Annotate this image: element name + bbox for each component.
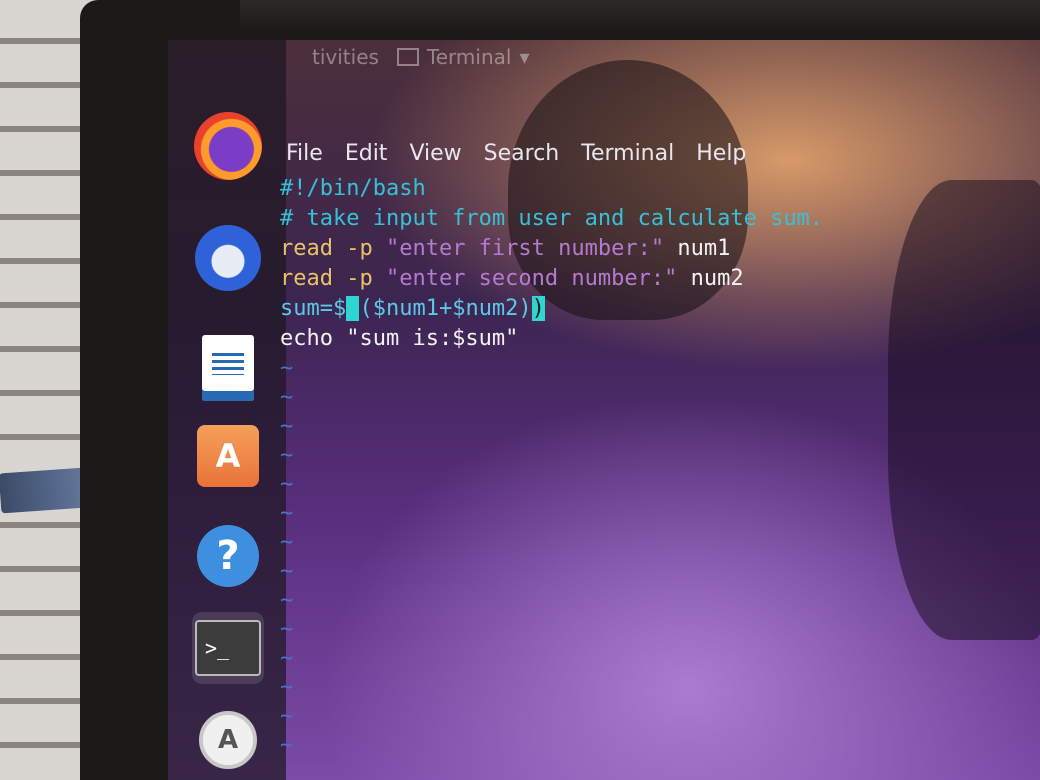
firefox-icon: [194, 112, 262, 180]
empty-line-tilde: ~: [280, 385, 294, 410]
monitor-bezel-top: [240, 0, 1040, 30]
empty-line-tilde: ~: [280, 733, 294, 758]
thunderbird-icon: [195, 225, 261, 291]
code-token: num1: [664, 236, 731, 261]
empty-line-tilde: ~: [280, 704, 294, 729]
dock-item-firefox[interactable]: [192, 110, 264, 182]
empty-line-tilde: ~: [280, 443, 294, 468]
empty-line-tilde: ~: [280, 675, 294, 700]
empty-line-tilde: ~: [280, 617, 294, 642]
menu-edit[interactable]: Edit: [345, 141, 388, 166]
terminal-app-icon: >_: [195, 620, 261, 676]
code-token: sum=$: [280, 296, 347, 321]
code-line-sum: sum=$(($num1+$num2)): [280, 294, 1040, 324]
chevron-down-icon: ▾: [519, 45, 530, 69]
dock-item-updater[interactable]: A: [192, 704, 264, 776]
dock-item-thunderbird[interactable]: [192, 222, 264, 294]
code-token: ($num1+$num2): [359, 296, 532, 321]
terminal-menubar: File Edit View Search Terminal Help: [280, 136, 1040, 170]
code-line-read-first: read -p "enter first number:" num1: [280, 234, 1040, 264]
menu-help[interactable]: Help: [696, 141, 746, 166]
activities-button[interactable]: tivities: [312, 45, 379, 69]
vim-editor[interactable]: #!/bin/bash # take input from user and c…: [280, 174, 1040, 774]
empty-line-tilde: ~: [280, 559, 294, 584]
app-menu[interactable]: Terminal ▾: [396, 45, 530, 69]
software-center-icon: A: [197, 425, 259, 487]
empty-line-tilde: ~: [280, 501, 294, 526]
text-cursor: (: [346, 296, 360, 321]
dock-item-help[interactable]: ?: [192, 520, 264, 592]
code-token: read -p: [280, 266, 386, 291]
help-icon: ?: [197, 525, 259, 587]
code-token: num2: [677, 266, 744, 291]
code-token: read -p: [280, 236, 386, 261]
code-token: "enter first number:": [385, 236, 665, 261]
writer-icon: [202, 335, 254, 401]
empty-line-tilde: ~: [280, 472, 294, 497]
software-updater-icon: A: [199, 711, 257, 769]
app-menu-label: Terminal: [426, 45, 512, 69]
code-line-shebang: #!/bin/bash: [280, 176, 426, 201]
screen: tivities Terminal ▾ A ? >_ A File Edit V…: [168, 40, 1040, 780]
dock-item-writer[interactable]: [192, 332, 264, 404]
empty-line-tilde: ~: [280, 646, 294, 671]
menu-terminal[interactable]: Terminal: [581, 141, 674, 166]
menu-search[interactable]: Search: [484, 141, 560, 166]
empty-line-tilde: ~: [280, 414, 294, 439]
dock-item-software[interactable]: A: [192, 420, 264, 492]
empty-line-tilde: ~: [280, 530, 294, 555]
dock-item-terminal[interactable]: >_: [192, 612, 264, 684]
empty-line-tilde: ~: [280, 356, 294, 381]
menu-view[interactable]: View: [409, 141, 461, 166]
code-token: "enter second number:": [385, 266, 678, 291]
empty-line-tilde: ~: [280, 588, 294, 613]
top-panel: tivities Terminal ▾: [278, 40, 1040, 74]
dock: A ? >_ A: [168, 40, 286, 780]
code-line-read-second: read -p "enter second number:" num2: [280, 264, 1040, 294]
matched-paren: ): [531, 296, 545, 321]
code-line-echo: echo "sum is:$sum": [280, 326, 519, 351]
code-line-comment: # take input from user and calculate sum…: [280, 206, 824, 231]
empty-lines: ~ ~ ~ ~ ~ ~ ~ ~ ~ ~ ~ ~ ~ ~: [280, 354, 1040, 760]
menu-file[interactable]: File: [286, 141, 323, 166]
terminal-icon: [396, 48, 419, 66]
